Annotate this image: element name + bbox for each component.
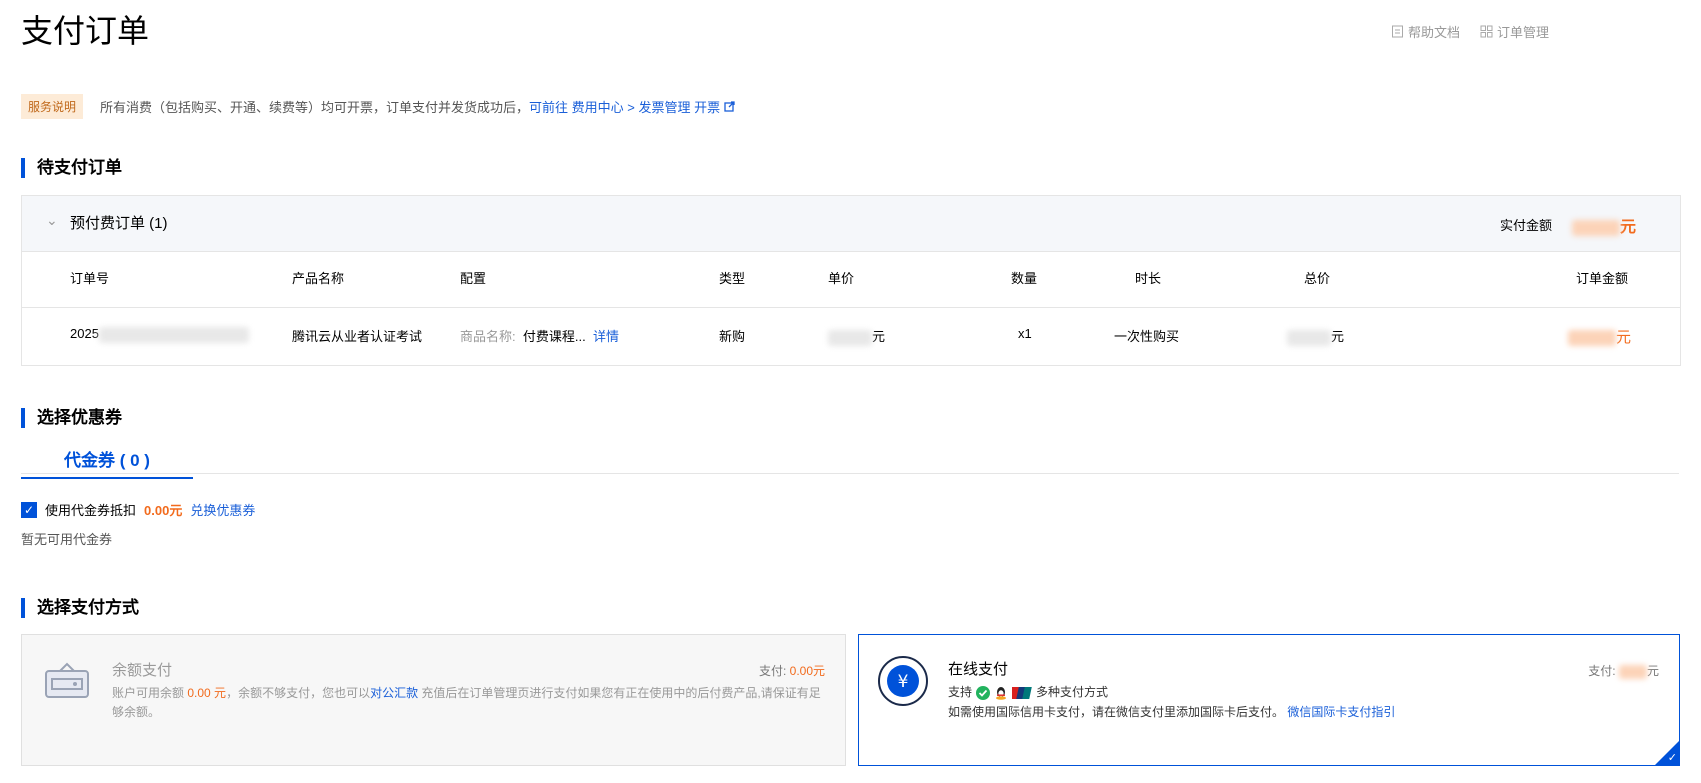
voucher-checkbox[interactable]: ✓ — [21, 501, 37, 518]
grid-icon — [1480, 25, 1493, 38]
deduct-amount: 0.00元 — [144, 503, 183, 518]
col-unit-price: 单价 — [828, 271, 855, 286]
intl-card-note: 如需使用国际信用卡支付，请在微信支付里添加国际卡后支付。 微信国际卡支付指引 — [948, 705, 1396, 719]
online-pay-name: 在线支付 — [948, 661, 1009, 678]
order-type: 新购 — [719, 329, 746, 344]
order-group-header[interactable]: ⌄ 预付费订单 (1) 实付金额 元 — [22, 196, 1680, 252]
col-product: 产品名称 — [292, 271, 345, 286]
page-title: 支付订单 — [21, 13, 150, 49]
product-name: 腾讯云从业者认证考试 — [292, 329, 423, 344]
balance-pay-amount: 支付: 0.00元 — [758, 664, 825, 678]
config-cell: 商品名称: 付费课程... 详情 — [460, 329, 619, 344]
paid-amount-value: 元 — [1571, 213, 1636, 237]
svg-text:¥: ¥ — [898, 672, 909, 692]
order-amount: 元 — [1568, 326, 1631, 347]
detail-link[interactable]: 详情 — [593, 329, 619, 344]
col-total: 总价 — [1304, 271, 1331, 286]
order-manage-label: 订单管理 — [1496, 25, 1549, 40]
unionpay-icon — [1012, 686, 1032, 699]
wechat-pay-icon — [976, 685, 991, 700]
paid-amount-label: 实付金额 — [1499, 218, 1552, 233]
row-divider — [22, 307, 1680, 308]
invoice-link[interactable]: 可前往 费用中心 > 发票管理 开票 — [529, 97, 735, 116]
document-icon — [1391, 25, 1403, 38]
col-type: 类型 — [719, 271, 746, 286]
service-notice: 服务说明 所有消费（包括购买、开通、续费等）均可开票，订单支付并发货成功后， 可… — [21, 94, 735, 119]
voucher-checkbox-label: 使用代金券抵扣 — [45, 503, 137, 518]
duration: 一次性购买 — [1114, 329, 1180, 344]
total-price: 元 — [1287, 326, 1344, 346]
chevron-down-icon[interactable]: ⌄ — [46, 212, 58, 229]
col-order-no: 订单号 — [70, 271, 110, 286]
payment-section-title: 选择支付方式 — [21, 598, 139, 618]
wechat-intl-guide-link[interactable]: 微信国际卡支付指引 — [1287, 705, 1395, 719]
top-links: 帮助文档 订单管理 — [1391, 22, 1549, 41]
voucher-deduct-row: ✓ 使用代金券抵扣 0.00元 兑换优惠券 — [21, 500, 255, 519]
col-order-amount: 订单金额 — [1576, 271, 1629, 286]
tab-divider — [21, 473, 1679, 474]
balance-pay-name: 余额支付 — [112, 662, 173, 679]
online-support-row: 支持 多种支付方式 — [948, 685, 1109, 700]
balance-pay-card[interactable]: 余额支付 支付: 0.00元 账户可用余额 0.00 元，余额不够支付，您也可以… — [21, 634, 846, 766]
corporate-transfer-link[interactable]: 对公汇款 — [370, 686, 418, 700]
online-pay-amount: 支付: 元 — [1588, 664, 1659, 679]
help-docs-label: 帮助文档 — [1407, 25, 1460, 40]
no-voucher-text: 暂无可用代金券 — [21, 532, 113, 547]
order-number: 2025 — [70, 326, 249, 343]
coupon-section-title: 选择优惠券 — [21, 408, 122, 428]
quantity: x1 — [1018, 326, 1032, 341]
balance-pay-desc: 账户可用余额 0.00 元，余额不够支付，您也可以对公汇款 充值后在订单管理页进… — [112, 686, 821, 719]
order-group-label: 预付费订单 (1) — [70, 215, 168, 232]
check-icon: ✓ — [1667, 752, 1677, 764]
service-tag: 服务说明 — [21, 94, 84, 119]
col-duration: 时长 — [1135, 271, 1162, 286]
order-table: ⌄ 预付费订单 (1) 实付金额 元 订单号 产品名称 配置 类型 单价 数量 … — [21, 195, 1681, 366]
invoice-link-label: 可前往 费用中心 > 发票管理 开票 — [529, 100, 721, 115]
exchange-coupon-link[interactable]: 兑换优惠券 — [190, 500, 255, 519]
wallet-icon — [45, 662, 89, 698]
col-config: 配置 — [460, 271, 487, 286]
pending-orders-title: 待支付订单 — [21, 158, 122, 178]
col-qty: 数量 — [1011, 271, 1038, 286]
notice-text: 所有消费（包括购买、开通、续费等）均可开票，订单支付并发货成功后， — [100, 100, 530, 115]
order-manage-link[interactable]: 订单管理 — [1480, 22, 1549, 41]
help-docs-link[interactable]: 帮助文档 — [1391, 22, 1460, 41]
online-pay-card[interactable]: ¥ 在线支付 支付: 元 支持 多种支付方式 如需使用国际信用卡支付，请在微信支… — [858, 634, 1680, 766]
external-link-icon — [724, 101, 735, 112]
unit-price: 元 — [828, 326, 885, 346]
yuan-coin-icon: ¥ — [878, 656, 928, 706]
qq-pay-icon — [996, 686, 1007, 700]
tab-voucher[interactable]: 代金券 ( 0 ) — [21, 446, 193, 479]
